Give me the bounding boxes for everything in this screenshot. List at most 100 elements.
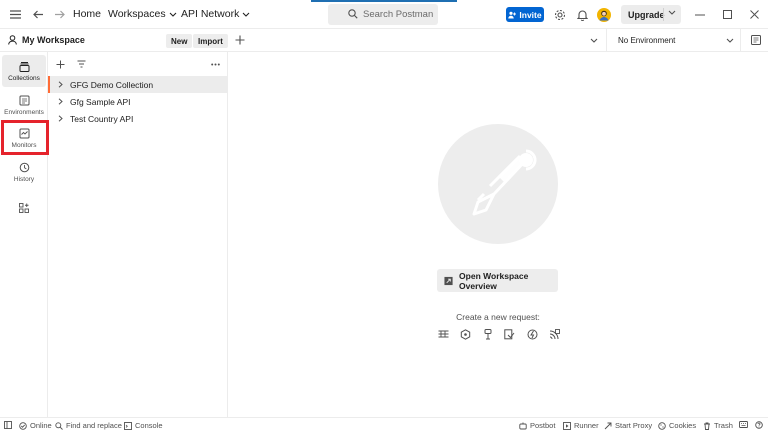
workspace-title[interactable]: My Workspace <box>8 35 85 45</box>
import-button[interactable]: Import <box>193 34 228 48</box>
environment-label: No Environment <box>618 36 676 45</box>
home-link[interactable]: Home <box>73 8 101 20</box>
collection-item-gfg-demo[interactable]: GFG Demo Collection <box>48 76 227 93</box>
top-bar: Home Workspaces API Network Search Postm… <box>0 0 768 29</box>
mqtt-icon[interactable] <box>549 329 560 340</box>
socketio-icon[interactable] <box>527 329 538 340</box>
add-user-icon <box>508 11 517 18</box>
collection-name: Gfg Sample API <box>70 96 131 107</box>
postbot-icon <box>519 422 527 429</box>
upgrade-divider <box>663 8 664 21</box>
create-request-label: Create a new request: <box>456 312 540 322</box>
environments-icon <box>19 95 29 105</box>
collections-panel: GFG Demo Collection Gfg Sample API Test … <box>48 52 228 417</box>
workspaces-label: Workspaces <box>108 8 166 20</box>
postman-astronaut-icon <box>472 149 537 216</box>
cookie-icon <box>658 421 666 430</box>
open-workspace-overview-button[interactable]: Open Workspace Overview <box>437 269 558 292</box>
active-window-indicator <box>311 0 457 2</box>
menu-icon[interactable] <box>8 6 22 23</box>
proxy-icon <box>604 422 612 429</box>
sidebar-item-history[interactable]: History <box>2 156 46 188</box>
runner-icon <box>563 421 571 430</box>
collection-item-gfg-sample[interactable]: Gfg Sample API <box>48 93 227 110</box>
grpc-icon[interactable] <box>483 329 493 340</box>
console-button[interactable]: Console <box>124 421 163 430</box>
upgrade-button[interactable]: Upgrade <box>621 5 681 24</box>
keyboard-shortcuts-icon[interactable] <box>739 421 748 428</box>
sidebar-item-collections[interactable]: Collections <box>2 55 46 87</box>
api-network-dropdown[interactable]: API Network <box>181 8 250 20</box>
upgrade-label: Upgrade <box>628 9 665 20</box>
home-label: Home <box>73 8 102 20</box>
environment-quick-look-icon[interactable] <box>751 35 761 45</box>
workspace-overview-icon <box>444 276 453 285</box>
sidebar-item-label: Environments <box>4 108 44 116</box>
search-icon <box>55 421 63 430</box>
configure-sidebar-icon <box>19 203 29 213</box>
environment-selector[interactable]: No Environment <box>606 29 768 52</box>
minimize-window-icon[interactable] <box>693 6 707 23</box>
avatar[interactable] <box>596 6 611 23</box>
user-icon <box>8 35 17 45</box>
trash-button[interactable]: Trash <box>703 421 733 430</box>
chevron-right-icon[interactable] <box>58 81 63 88</box>
postbot-label: Postbot <box>530 421 556 430</box>
chevron-down-icon <box>242 12 250 17</box>
chevron-down-icon <box>169 12 176 17</box>
search-placeholder: Search Postman <box>363 9 434 20</box>
notifications-bell-icon[interactable] <box>575 6 589 23</box>
online-status[interactable]: Online <box>19 421 52 430</box>
cookies-button[interactable]: Cookies <box>658 421 696 430</box>
start-proxy-button[interactable]: Start Proxy <box>604 421 652 430</box>
workspaces-dropdown[interactable]: Workspaces <box>108 8 177 20</box>
help-icon[interactable] <box>755 421 763 429</box>
sidebar-item-environments[interactable]: Environments <box>2 89 46 121</box>
search-icon <box>348 9 358 19</box>
cookies-label: Cookies <box>669 421 697 430</box>
collection-name: GFG Demo Collection <box>70 79 154 90</box>
history-icon <box>19 162 29 172</box>
filter-icon[interactable] <box>77 60 86 68</box>
env-divider <box>740 29 741 52</box>
new-label: New <box>171 36 188 46</box>
invite-label: Invite <box>519 9 542 20</box>
postbot-button[interactable]: Postbot <box>519 421 555 430</box>
new-button[interactable]: New <box>166 34 193 48</box>
chevron-down-icon[interactable] <box>668 10 676 15</box>
request-type-icons <box>438 329 560 341</box>
back-arrow-icon[interactable] <box>31 6 45 23</box>
trash-label: Trash <box>714 421 733 430</box>
toggle-sidebar-icon[interactable] <box>4 421 12 429</box>
add-collection-plus-icon[interactable] <box>56 60 65 69</box>
more-options-icon[interactable] <box>211 63 220 66</box>
workspace-name: My Workspace <box>22 35 85 45</box>
start-proxy-label: Start Proxy <box>615 421 653 430</box>
workspace-header: My Workspace New Import <box>0 29 228 52</box>
settings-gear-icon[interactable] <box>553 6 567 23</box>
new-tab-plus-icon[interactable] <box>235 35 245 45</box>
sidebar-item-label: History <box>13 175 35 183</box>
collection-item-test-country[interactable]: Test Country API <box>48 110 227 127</box>
find-replace-label: Find and replace <box>66 421 122 430</box>
collections-icon <box>19 61 29 72</box>
maximize-window-icon[interactable] <box>720 6 734 23</box>
chevron-down-icon <box>726 38 734 43</box>
http-icon[interactable] <box>438 329 449 339</box>
close-window-icon[interactable] <box>747 6 761 23</box>
sidebar-rail: Collections Environments Monitors Histor… <box>0 52 48 417</box>
online-label: Online <box>30 421 52 430</box>
runner-button[interactable]: Runner <box>563 421 599 430</box>
chevron-right-icon[interactable] <box>58 115 63 122</box>
chevron-right-icon[interactable] <box>58 98 63 105</box>
import-label: Import <box>198 36 223 46</box>
graphql-icon[interactable] <box>460 329 471 340</box>
tabs-dropdown-chevron-icon[interactable] <box>590 38 598 43</box>
sidebar-item-configure[interactable] <box>2 192 46 224</box>
invite-button[interactable]: Invite <box>506 7 544 22</box>
search-input[interactable]: Search Postman <box>328 4 438 25</box>
websocket-icon[interactable] <box>504 329 515 340</box>
api-network-label: API Network <box>181 8 240 20</box>
forward-arrow-icon[interactable] <box>52 6 66 23</box>
find-and-replace-button[interactable]: Find and replace <box>55 421 122 430</box>
